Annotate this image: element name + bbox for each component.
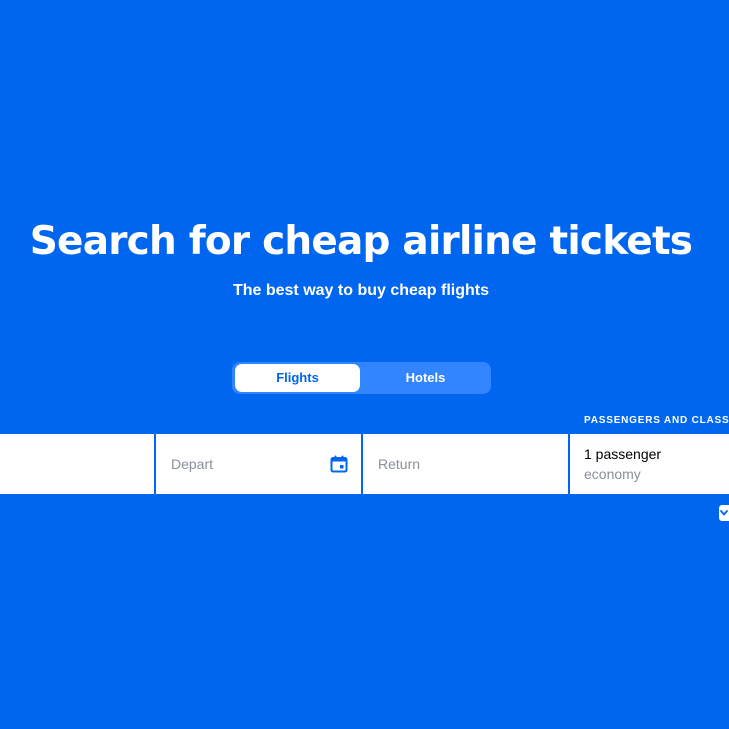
tab-hotels[interactable]: Hotels [362, 364, 489, 392]
origin-field[interactable] [0, 434, 154, 494]
calendar-icon[interactable] [330, 455, 348, 473]
hero-subtitle: The best way to buy cheap flights [232, 282, 490, 299]
passengers-class-selector[interactable]: 1 passenger economy [570, 434, 729, 494]
page: Search for cheap airline tickets The bes… [0, 0, 729, 729]
passengers-dropdown-toggle[interactable] [719, 505, 729, 521]
passenger-count: 1 passenger [584, 446, 662, 462]
return-placeholder: Return [378, 456, 421, 472]
tab-flights[interactable]: Flights [235, 364, 360, 392]
return-date-field[interactable]: Return [363, 434, 568, 494]
hero-title: Search for cheap airline tickets [29, 219, 693, 264]
search-type-tabs: Flights Hotels [232, 362, 491, 394]
passengers-and-class-caption: PASSENGERS AND CLASS [584, 415, 729, 426]
depart-date-field[interactable]: Depart [156, 434, 361, 494]
search-form: Depart Return 1 passenger economy [0, 434, 729, 494]
depart-placeholder: Depart [171, 456, 214, 472]
travel-class: economy [584, 466, 641, 482]
chevron-down-icon [720, 510, 728, 516]
